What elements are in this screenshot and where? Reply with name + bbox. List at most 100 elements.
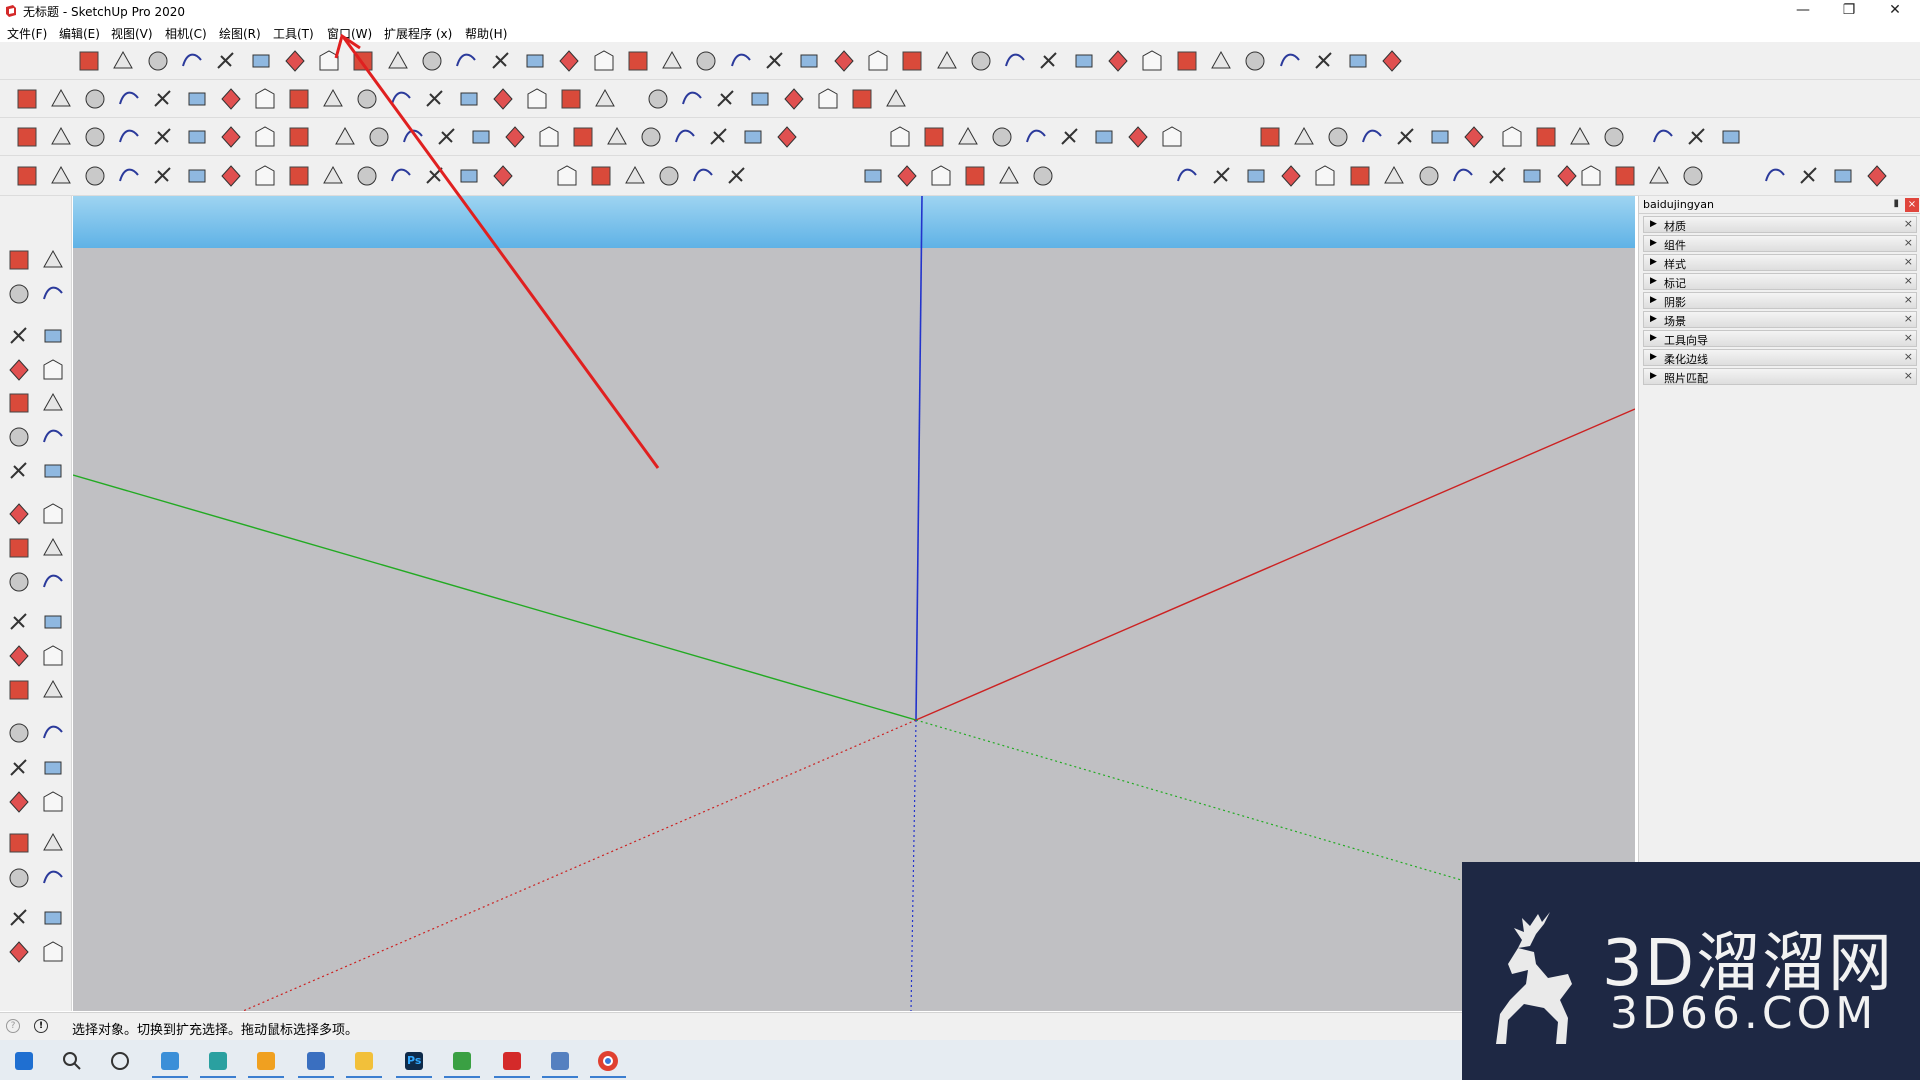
palette-tool-14[interactable] bbox=[38, 456, 68, 486]
palette-tool-33[interactable] bbox=[4, 828, 34, 858]
taskbar-item-2[interactable] bbox=[52, 1044, 92, 1078]
toolbar3-button-5[interactable] bbox=[148, 122, 178, 152]
toolbar4-button-10[interactable] bbox=[318, 161, 348, 191]
expand-arrow-icon[interactable]: ▶ bbox=[1650, 295, 1657, 305]
palette-tool-39[interactable] bbox=[4, 937, 34, 967]
expand-arrow-icon[interactable]: ▶ bbox=[1650, 219, 1657, 229]
toolbar2-button-11[interactable] bbox=[352, 84, 382, 114]
toolbar3-button-29[interactable] bbox=[1055, 122, 1085, 152]
toolbar4-button-36[interactable] bbox=[1448, 161, 1478, 191]
toolbar1-button-9[interactable] bbox=[348, 46, 378, 76]
tray-panel-7[interactable]: ▶ 工具向导 × bbox=[1643, 330, 1917, 347]
toolbar3-button-10[interactable] bbox=[330, 122, 360, 152]
taskbar-item-5[interactable] bbox=[198, 1044, 238, 1078]
toolbar4-button-7[interactable] bbox=[216, 161, 246, 191]
toolbar1-button-1[interactable] bbox=[74, 46, 104, 76]
palette-tool-24[interactable] bbox=[38, 641, 68, 671]
toolbar1-button-29[interactable] bbox=[1034, 46, 1064, 76]
toolbar1-button-14[interactable] bbox=[520, 46, 550, 76]
tray-panel-2[interactable]: ▶ 组件 × bbox=[1643, 235, 1917, 252]
palette-tool-20[interactable] bbox=[38, 567, 68, 597]
toolbar1-button-19[interactable] bbox=[691, 46, 721, 76]
toolbar2-button-16[interactable] bbox=[522, 84, 552, 114]
toolbar2-button-14[interactable] bbox=[454, 84, 484, 114]
toolbar1-button-27[interactable] bbox=[966, 46, 996, 76]
toolbar2-button-20[interactable] bbox=[677, 84, 707, 114]
toolbar4-button-47[interactable] bbox=[1862, 161, 1892, 191]
toolbar1-button-26[interactable] bbox=[932, 46, 962, 76]
palette-tool-27[interactable] bbox=[4, 718, 34, 748]
toolbar4-button-30[interactable] bbox=[1241, 161, 1271, 191]
taskbar-item-9[interactable]: Ps bbox=[394, 1044, 434, 1078]
toolbar1-button-12[interactable] bbox=[451, 46, 481, 76]
toolbar4-button-19[interactable] bbox=[654, 161, 684, 191]
toolbar4-button-38[interactable] bbox=[1517, 161, 1547, 191]
toolbar4-button-11[interactable] bbox=[352, 161, 382, 191]
close-button[interactable]: ✕ bbox=[1872, 0, 1918, 22]
panel-close-icon[interactable]: × bbox=[1904, 255, 1913, 268]
toolbar4-button-27[interactable] bbox=[1028, 161, 1058, 191]
toolbar3-button-28[interactable] bbox=[1021, 122, 1051, 152]
palette-tool-22[interactable] bbox=[38, 607, 68, 637]
toolbar3-button-3[interactable] bbox=[80, 122, 110, 152]
drawing-viewport[interactable] bbox=[73, 196, 1635, 1011]
toolbar1-button-39[interactable] bbox=[1377, 46, 1407, 76]
toolbar3-button-8[interactable] bbox=[250, 122, 280, 152]
palette-tool-6[interactable] bbox=[38, 321, 68, 351]
toolbar3-button-19[interactable] bbox=[636, 122, 666, 152]
toolbar1-button-28[interactable] bbox=[1000, 46, 1030, 76]
taskbar-item-4[interactable] bbox=[150, 1044, 190, 1078]
toolbar2-button-7[interactable] bbox=[216, 84, 246, 114]
toolbar3-button-38[interactable] bbox=[1425, 122, 1455, 152]
expand-arrow-icon[interactable]: ▶ bbox=[1650, 371, 1657, 381]
toolbar3-button-31[interactable] bbox=[1123, 122, 1153, 152]
toolbar4-button-3[interactable] bbox=[80, 161, 110, 191]
palette-tool-15[interactable] bbox=[4, 499, 34, 529]
palette-tool-37[interactable] bbox=[4, 903, 34, 933]
minimize-button[interactable]: — bbox=[1780, 0, 1826, 22]
tray-panel-9[interactable]: ▶ 照片匹配 × bbox=[1643, 368, 1917, 385]
toolbar3-button-9[interactable] bbox=[284, 122, 314, 152]
panel-close-icon[interactable]: × bbox=[1904, 274, 1913, 287]
toolbar1-button-37[interactable] bbox=[1309, 46, 1339, 76]
toolbar4-button-20[interactable] bbox=[688, 161, 718, 191]
palette-tool-35[interactable] bbox=[4, 863, 34, 893]
toolbar4-button-21[interactable] bbox=[722, 161, 752, 191]
toolbar2-button-17[interactable] bbox=[556, 84, 586, 114]
toolbar2-button-6[interactable] bbox=[182, 84, 212, 114]
palette-tool-17[interactable] bbox=[4, 533, 34, 563]
toolbar3-button-13[interactable] bbox=[432, 122, 462, 152]
palette-tool-13[interactable] bbox=[4, 456, 34, 486]
taskbar-item-10[interactable] bbox=[442, 1044, 482, 1078]
tray-panel-8[interactable]: ▶ 柔化边线 × bbox=[1643, 349, 1917, 366]
pin-icon[interactable]: ▮ bbox=[1893, 198, 1899, 209]
toolbar1-button-24[interactable] bbox=[863, 46, 893, 76]
toolbar4-button-18[interactable] bbox=[620, 161, 650, 191]
toolbar3-button-1[interactable] bbox=[12, 122, 42, 152]
toolbar1-button-5[interactable] bbox=[211, 46, 241, 76]
tray-panel-4[interactable]: ▶ 标记 × bbox=[1643, 273, 1917, 290]
toolbar1-button-21[interactable] bbox=[760, 46, 790, 76]
toolbar1-button-7[interactable] bbox=[280, 46, 310, 76]
toolbar1-button-4[interactable] bbox=[177, 46, 207, 76]
toolbar4-button-25[interactable] bbox=[960, 161, 990, 191]
toolbar2-button-2[interactable] bbox=[46, 84, 76, 114]
toolbar1-button-22[interactable] bbox=[794, 46, 824, 76]
toolbar4-button-26[interactable] bbox=[994, 161, 1024, 191]
toolbar3-button-41[interactable] bbox=[1531, 122, 1561, 152]
toolbar4-button-23[interactable] bbox=[892, 161, 922, 191]
menu-help[interactable]: 帮助(H) bbox=[465, 25, 507, 42]
toolbar2-button-10[interactable] bbox=[318, 84, 348, 114]
toolbar3-button-32[interactable] bbox=[1157, 122, 1187, 152]
toolbar3-button-25[interactable] bbox=[919, 122, 949, 152]
toolbar4-button-28[interactable] bbox=[1172, 161, 1202, 191]
toolbar4-button-35[interactable] bbox=[1414, 161, 1444, 191]
palette-tool-32[interactable] bbox=[38, 787, 68, 817]
toolbar1-button-23[interactable] bbox=[829, 46, 859, 76]
toolbar3-button-33[interactable] bbox=[1255, 122, 1285, 152]
toolbar3-button-26[interactable] bbox=[953, 122, 983, 152]
toolbar1-button-25[interactable] bbox=[897, 46, 927, 76]
toolbar1-button-15[interactable] bbox=[554, 46, 584, 76]
palette-tool-1[interactable] bbox=[4, 245, 34, 275]
toolbar3-button-17[interactable] bbox=[568, 122, 598, 152]
